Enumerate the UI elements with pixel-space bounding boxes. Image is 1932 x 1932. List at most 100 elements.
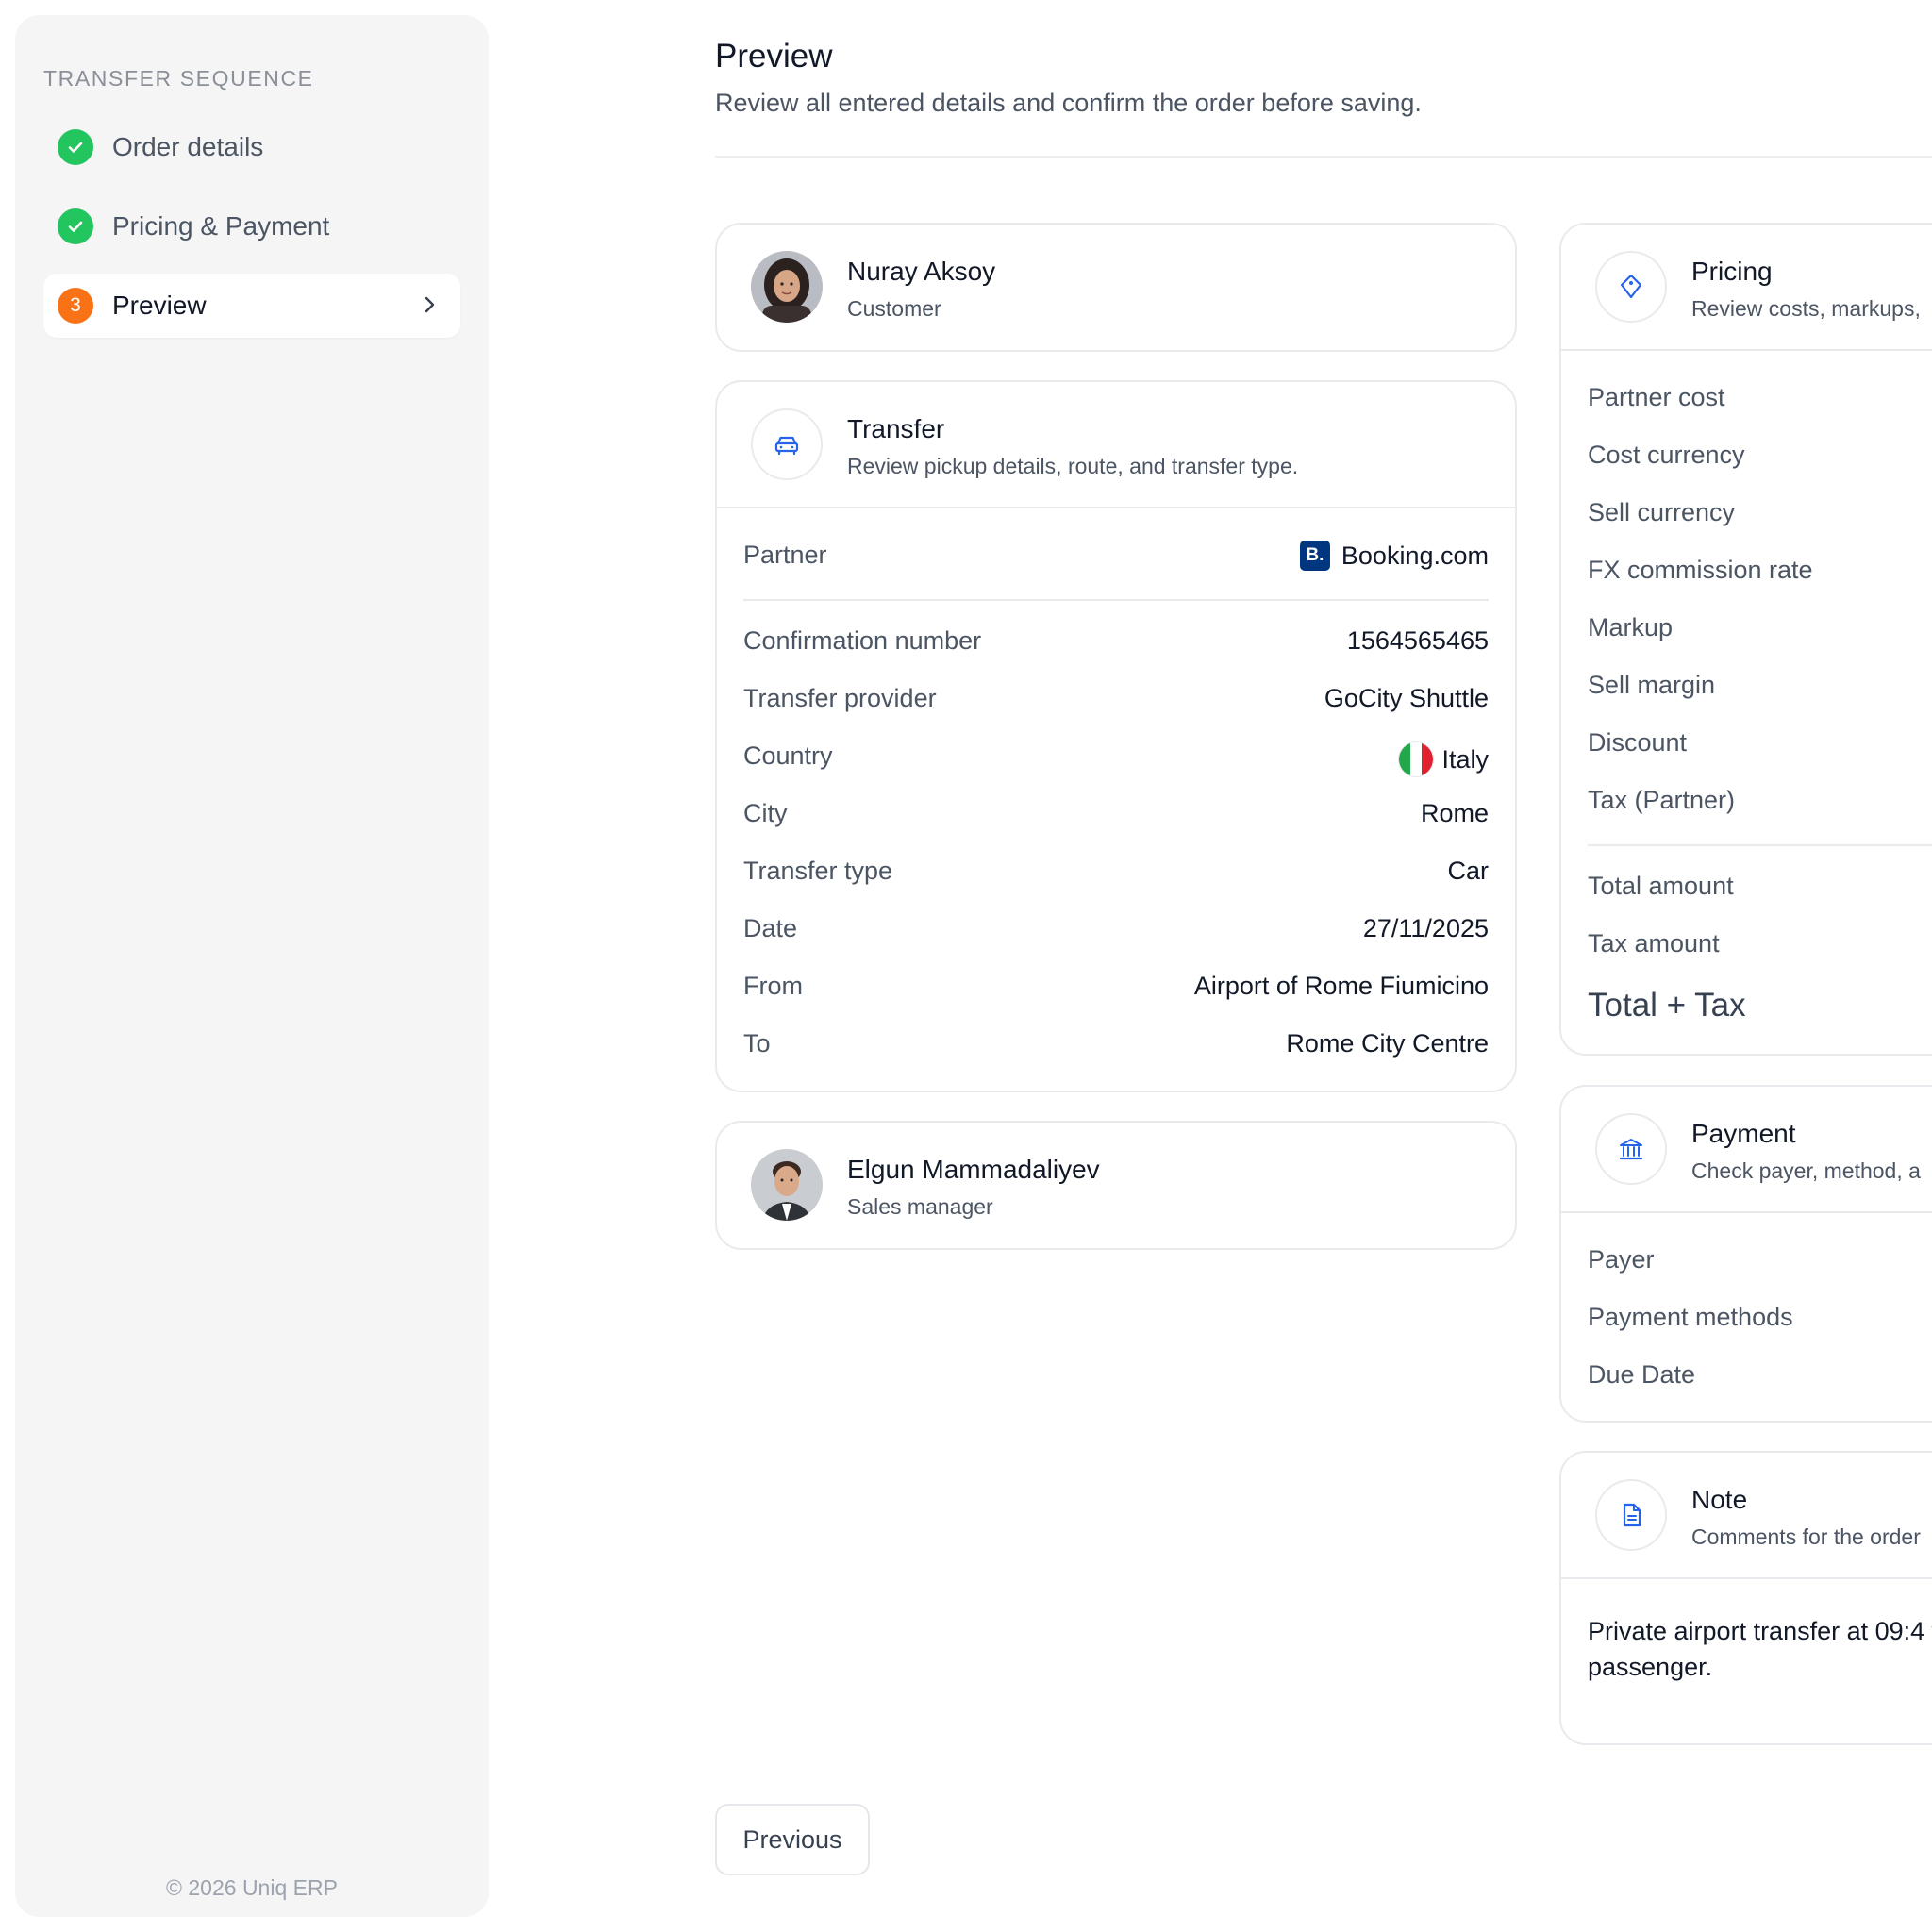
row-label: City xyxy=(743,799,788,827)
check-icon xyxy=(58,208,93,244)
table-row: Country Italy xyxy=(743,741,1489,779)
car-icon xyxy=(751,408,823,480)
check-icon xyxy=(58,129,93,165)
row-label: Total amount xyxy=(1588,872,1734,900)
table-row: Markup xyxy=(1588,613,1932,651)
row-label: Date xyxy=(743,914,798,942)
row-value: Rome xyxy=(1420,799,1489,827)
sidebar: TRANSFER SEQUENCE Order details Pricing … xyxy=(15,15,489,1917)
previous-button[interactable]: Previous xyxy=(715,1804,870,1875)
row-label: Confirmation number xyxy=(743,626,982,655)
app-frame: TRANSFER SEQUENCE Order details Pricing … xyxy=(0,0,1932,1932)
pricing-card: Pricing Review costs, markups, Partner c… xyxy=(1559,223,1932,1056)
row-label: Transfer provider xyxy=(743,684,937,712)
bank-icon xyxy=(1595,1113,1667,1185)
copyright: © 2026 Uniq ERP xyxy=(166,1875,338,1900)
table-row: Confirmation number 1564565465 xyxy=(743,626,1489,664)
document-icon xyxy=(1595,1479,1667,1551)
row-value: Airport of Rome Fiumicino xyxy=(1193,972,1489,1000)
step-label: Preview xyxy=(112,291,207,320)
row-value: Italy xyxy=(1441,744,1489,774)
note-subtitle: Comments for the order xyxy=(1691,1524,1921,1549)
row-divider xyxy=(743,599,1489,601)
sales-manager-name: Elgun Mammadaliyev xyxy=(847,1155,1100,1184)
row-label: Sell currency xyxy=(1588,498,1736,526)
partner-value: Booking.com xyxy=(1341,541,1489,570)
transfer-subtitle: Review pickup details, route, and transf… xyxy=(847,454,1299,478)
step-pricing-payment[interactable]: Pricing & Payment xyxy=(43,194,460,258)
row-label: Country xyxy=(743,741,833,770)
row-label: Discount xyxy=(1588,728,1688,757)
row-label: Sell margin xyxy=(1588,671,1716,699)
note-title: Note xyxy=(1691,1485,1748,1514)
row-label: FX commission rate xyxy=(1588,556,1813,584)
row-label: Tax amount xyxy=(1588,929,1720,958)
customer-role: Customer xyxy=(847,296,941,321)
step-order-details[interactable]: Order details xyxy=(43,115,460,179)
row-label: Cost currency xyxy=(1588,441,1745,469)
table-row: Transfer provider GoCity Shuttle xyxy=(743,684,1489,722)
payment-subtitle: Check payer, method, a xyxy=(1691,1158,1921,1183)
row-value: Rome City Centre xyxy=(1286,1029,1489,1058)
sales-manager-card: Elgun Mammadaliyev Sales manager xyxy=(715,1121,1517,1250)
step-number-badge: 3 xyxy=(58,288,93,324)
row-label: Markup xyxy=(1588,613,1674,641)
page-title: Preview xyxy=(715,38,833,75)
page-subtitle: Review all entered details and confirm t… xyxy=(715,89,1422,117)
table-row: Payment methods xyxy=(1588,1303,1932,1341)
table-row: Sell currency xyxy=(1588,498,1932,536)
row-label: Transfer type xyxy=(743,857,893,885)
grand-total-label: Total + Tax xyxy=(1588,987,1746,1024)
booking-logo-icon: B. xyxy=(1299,541,1330,571)
note-text: Private airport transfer at 09:4 with a … xyxy=(1588,1617,1932,1681)
row-label: Partner xyxy=(743,541,827,569)
transfer-title: Transfer xyxy=(847,414,945,443)
payment-card: Payment Check payer, method, a Payer Pay… xyxy=(1559,1085,1932,1423)
payment-title: Payment xyxy=(1691,1119,1796,1148)
row-label: Payment methods xyxy=(1588,1303,1793,1331)
table-row: Transfer type Car xyxy=(743,857,1489,894)
step-label: Pricing & Payment xyxy=(112,211,330,241)
sidebar-title: TRANSFER SEQUENCE xyxy=(43,66,314,91)
row-label: Partner cost xyxy=(1588,383,1725,411)
step-label: Order details xyxy=(112,132,264,161)
table-row: Due Date xyxy=(1588,1360,1932,1398)
partner-row: Partner B. Booking.com xyxy=(743,541,1489,578)
customer-card: Nuray Aksoy Customer xyxy=(715,223,1517,352)
table-row: City Rome xyxy=(743,799,1489,837)
table-row: Date 27/11/2025 xyxy=(743,914,1489,952)
row-value: 27/11/2025 xyxy=(1362,914,1489,942)
table-row: Payer xyxy=(1588,1245,1932,1283)
table-row: Tax (Partner) xyxy=(1588,786,1932,824)
step-preview[interactable]: 3 Preview xyxy=(43,274,460,338)
note-card: Note Comments for the order Private airp… xyxy=(1559,1451,1932,1745)
pricing-subtitle: Review costs, markups, xyxy=(1691,296,1921,321)
table-row: Partner cost xyxy=(1588,383,1932,421)
row-divider xyxy=(1588,844,1932,846)
table-row: FX commission rate xyxy=(1588,556,1932,593)
header-divider xyxy=(715,156,1932,158)
table-row: Tax amount xyxy=(1588,929,1932,967)
tag-icon xyxy=(1595,251,1667,323)
table-row: Discount xyxy=(1588,728,1932,766)
row-value: GoCity Shuttle xyxy=(1324,684,1489,712)
sales-manager-role: Sales manager xyxy=(847,1194,993,1219)
pricing-title: Pricing xyxy=(1691,257,1773,286)
row-label: To xyxy=(743,1029,771,1058)
table-row: Sell margin xyxy=(1588,671,1932,708)
row-label: From xyxy=(743,972,803,1000)
row-label: Due Date xyxy=(1588,1360,1696,1389)
chevron-right-icon xyxy=(425,296,435,313)
transfer-card: Transfer Review pickup details, route, a… xyxy=(715,380,1517,1092)
table-row: Cost currency xyxy=(1588,441,1932,478)
row-value: Car xyxy=(1447,857,1489,885)
row-label: Tax (Partner) xyxy=(1588,786,1736,814)
italy-flag-icon xyxy=(1398,741,1435,777)
sales-manager-avatar xyxy=(751,1149,823,1221)
row-value: 1564565465 xyxy=(1346,626,1489,655)
table-row: From Airport of Rome Fiumicino xyxy=(743,972,1489,1009)
row-label: Payer xyxy=(1588,1245,1655,1274)
table-row: To Rome City Centre xyxy=(743,1029,1489,1067)
customer-name: Nuray Aksoy xyxy=(847,257,996,286)
table-row: Total amount xyxy=(1588,872,1932,909)
